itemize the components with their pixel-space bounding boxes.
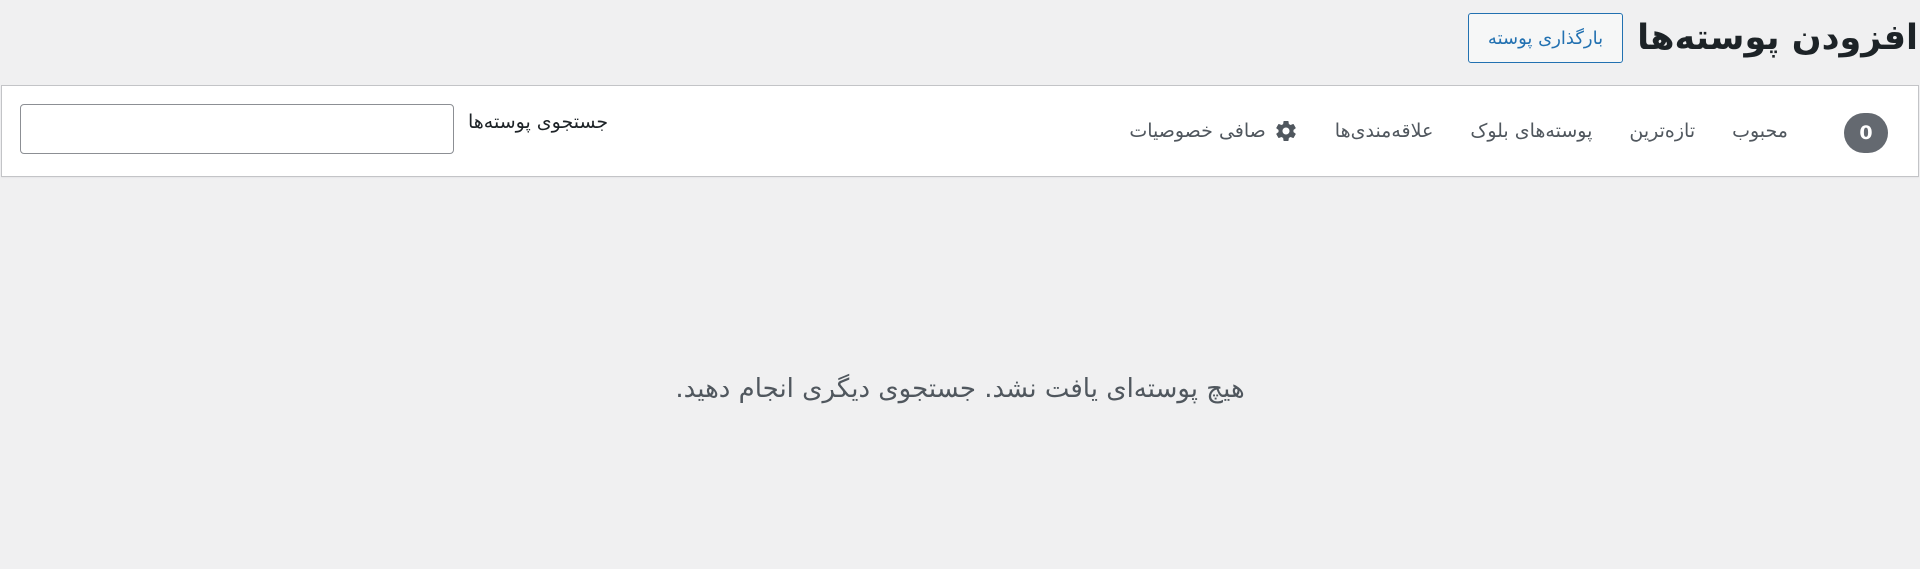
- page-title: افزودن پوسته‌ها: [1637, 18, 1918, 58]
- theme-filter-bar: 0 محبوب تازه‌ترین پوسته‌های بلوک علاقه‌م…: [1, 85, 1919, 177]
- theme-search: جستجوی پوسته‌ها: [20, 104, 608, 154]
- filter-links: محبوب تازه‌ترین پوسته‌های بلوک علاقه‌مند…: [1129, 86, 1788, 176]
- feature-filter-button[interactable]: صافی خصوصیات: [1129, 119, 1297, 143]
- theme-count-badge: 0: [1844, 113, 1888, 153]
- page-header: افزودن پوسته‌ها بارگذاری پوسته: [1467, 12, 1918, 64]
- filter-favorites[interactable]: علاقه‌مندی‌ها: [1335, 120, 1434, 142]
- gear-icon: [1274, 119, 1298, 143]
- feature-filter-label: صافی خصوصیات: [1129, 120, 1266, 142]
- no-themes-message: هیچ پوسته‌ای یافت نشد. جستجوی دیگری انجا…: [675, 374, 1245, 404]
- upload-theme-button[interactable]: بارگذاری پوسته: [1467, 13, 1624, 63]
- theme-search-input[interactable]: [20, 104, 454, 154]
- filter-latest[interactable]: تازه‌ترین: [1629, 120, 1695, 142]
- search-label: جستجوی پوسته‌ها: [468, 111, 609, 133]
- filter-popular[interactable]: محبوب: [1732, 120, 1788, 142]
- filter-block-themes[interactable]: پوسته‌های بلوک: [1470, 120, 1592, 142]
